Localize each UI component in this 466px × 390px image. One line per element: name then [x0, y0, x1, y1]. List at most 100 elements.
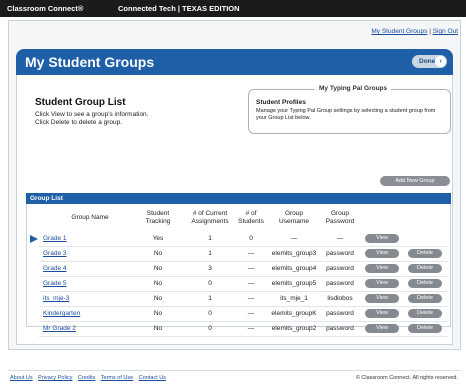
group-name-link[interactable]: Grade 1 — [43, 235, 67, 242]
cell-students: — — [247, 310, 255, 317]
cell-password: password — [326, 265, 354, 272]
table-row: Grade 4 No 3 — elemits_group4 password View Del… — [27, 262, 450, 277]
cell-students: — — [247, 295, 255, 302]
instruction-delete: Click Delete to delete a group. — [35, 119, 123, 126]
cell-students: 0 — [249, 235, 253, 242]
table-row: Grade 1 Yes 1 0 — — View — [27, 232, 450, 247]
my-student-groups-link[interactable]: My Student Groups — [371, 28, 427, 35]
footer-links: About Us Privacy Policy Credits Terms of… — [10, 375, 170, 381]
group-name-link[interactable]: Kindergarten — [43, 310, 80, 317]
page-title: My Student Groups — [25, 54, 155, 70]
typing-pal-groups-box: My Typing Pal Groups Student Profiles Ma… — [248, 85, 451, 134]
cell-username: elemits_group5 — [271, 280, 317, 287]
cell-password: — — [336, 235, 344, 242]
cell-assignments: 0 — [208, 325, 212, 332]
delete-button[interactable]: Delete — [408, 264, 442, 273]
cell-assignments: 1 — [208, 235, 212, 242]
cell-tracking: Yes — [152, 235, 164, 242]
table-row: Grade 3 No 1 — elemits_group3 password View Del… — [27, 247, 450, 262]
view-button[interactable]: View — [365, 324, 399, 333]
footer-link-contact[interactable]: Contact Us — [139, 375, 166, 381]
table-row: Kindergarten No 0 — elemits_groupK password Vi… — [27, 307, 450, 322]
cell-username: — — [290, 235, 298, 242]
view-button[interactable]: View — [365, 234, 399, 243]
view-button[interactable]: View — [365, 264, 399, 273]
delete-button[interactable]: Delete — [408, 324, 442, 333]
cell-tracking: No — [153, 250, 163, 257]
brand-logo: Classroom Connect® — [7, 4, 84, 13]
cell-tracking: No — [153, 310, 163, 317]
row-divider — [39, 336, 448, 337]
group-name-link[interactable]: Grade 3 — [43, 250, 67, 257]
col-username: Group Username — [279, 210, 309, 225]
add-new-group-button[interactable]: Add New Group — [380, 176, 450, 186]
cell-password: password — [326, 280, 354, 287]
footer-link-terms[interactable]: Terms of Use — [101, 375, 133, 381]
view-button[interactable]: View — [365, 309, 399, 318]
instruction-view: Click View to see a group's information. — [35, 111, 149, 118]
instructions: Click View to see a group's information.… — [35, 111, 148, 127]
cell-assignments: 1 — [208, 295, 212, 302]
done-button[interactable]: Done › — [412, 55, 447, 68]
student-profiles-title: Student Profiles — [256, 99, 306, 106]
cell-username: elemits_group4 — [271, 265, 317, 272]
arrow-right-icon: › — [435, 56, 446, 67]
cell-username: elemits_group3 — [271, 250, 317, 257]
table-row: Mr Grade 2 No 0 — elemits_group2 password View… — [27, 322, 450, 337]
group-name-link[interactable]: Grade 5 — [43, 280, 67, 287]
delete-button[interactable]: Delete — [408, 309, 442, 318]
group-list-header: Group List — [26, 193, 451, 204]
cell-tracking: No — [153, 295, 163, 302]
sign-out-link[interactable]: Sign Out — [433, 28, 458, 35]
cell-tracking: No — [153, 325, 163, 332]
header-links: My Student Groups | Sign Out — [371, 28, 458, 35]
delete-button[interactable]: Delete — [408, 249, 442, 258]
cell-username: elemits_groupK — [271, 310, 317, 317]
group-name-link[interactable]: Grade 4 — [43, 265, 67, 272]
cell-password: lisdlobos — [327, 295, 353, 302]
footer-divider — [8, 370, 461, 371]
group-name-link[interactable]: Mr Grade 2 — [43, 325, 76, 332]
cell-students: — — [247, 280, 255, 287]
footer-link-about[interactable]: About Us — [10, 375, 33, 381]
col-password: Group Password — [325, 210, 355, 225]
student-profiles-text: Manage your Typing Pal Group settings by… — [256, 108, 436, 121]
cell-tracking: No — [153, 280, 163, 287]
cell-tracking: No — [153, 265, 163, 272]
view-button[interactable]: View — [365, 294, 399, 303]
cell-username: its_mje_1 — [280, 295, 308, 302]
view-button[interactable]: View — [365, 249, 399, 258]
cell-students: — — [247, 325, 255, 332]
delete-button[interactable]: Delete — [408, 279, 442, 288]
cell-students: — — [247, 250, 255, 257]
selected-row-arrow-icon — [30, 235, 38, 243]
table-row: its_mje-3 No 1 — its_mje_1 lisdlobos View Delet… — [27, 292, 450, 307]
typing-pal-legend: My Typing Pal Groups — [315, 85, 392, 92]
table-row: Grade 5 No 0 — elemits_group5 password View Del… — [27, 277, 450, 292]
cell-password: password — [326, 310, 354, 317]
cell-username: elemits_group2 — [271, 325, 317, 332]
col-students: # of Students — [238, 210, 264, 225]
cell-password: password — [326, 250, 354, 257]
done-label: Done — [419, 58, 436, 65]
student-group-list-title: Student Group List — [35, 97, 126, 108]
copyright-text: © Classroom Connect. All rights reserved… — [355, 375, 458, 381]
cell-assignments: 3 — [208, 265, 212, 272]
group-name-link[interactable]: its_mje-3 — [43, 295, 69, 302]
footer-link-credits[interactable]: Credits — [78, 375, 95, 381]
page-header: My Student Groups Done › — [16, 49, 453, 75]
col-student-tracking: Student Tracking — [145, 210, 171, 225]
delete-button[interactable]: Delete — [408, 294, 442, 303]
col-current-assignments: # of Current Assignments — [191, 210, 229, 225]
link-separator: | — [429, 28, 431, 35]
edition-title: Connected Tech | TEXAS EDITION — [118, 4, 240, 13]
top-banner: Classroom Connect® Connected Tech | TEXA… — [0, 0, 466, 17]
col-group-name: Group Name — [71, 214, 109, 221]
view-button[interactable]: View — [365, 279, 399, 288]
cell-assignments: 0 — [208, 280, 212, 287]
cell-students: — — [247, 265, 255, 272]
cell-assignments: 0 — [208, 310, 212, 317]
footer-link-privacy[interactable]: Privacy Policy — [38, 375, 72, 381]
cell-assignments: 1 — [208, 250, 212, 257]
cell-password: password — [326, 325, 354, 332]
